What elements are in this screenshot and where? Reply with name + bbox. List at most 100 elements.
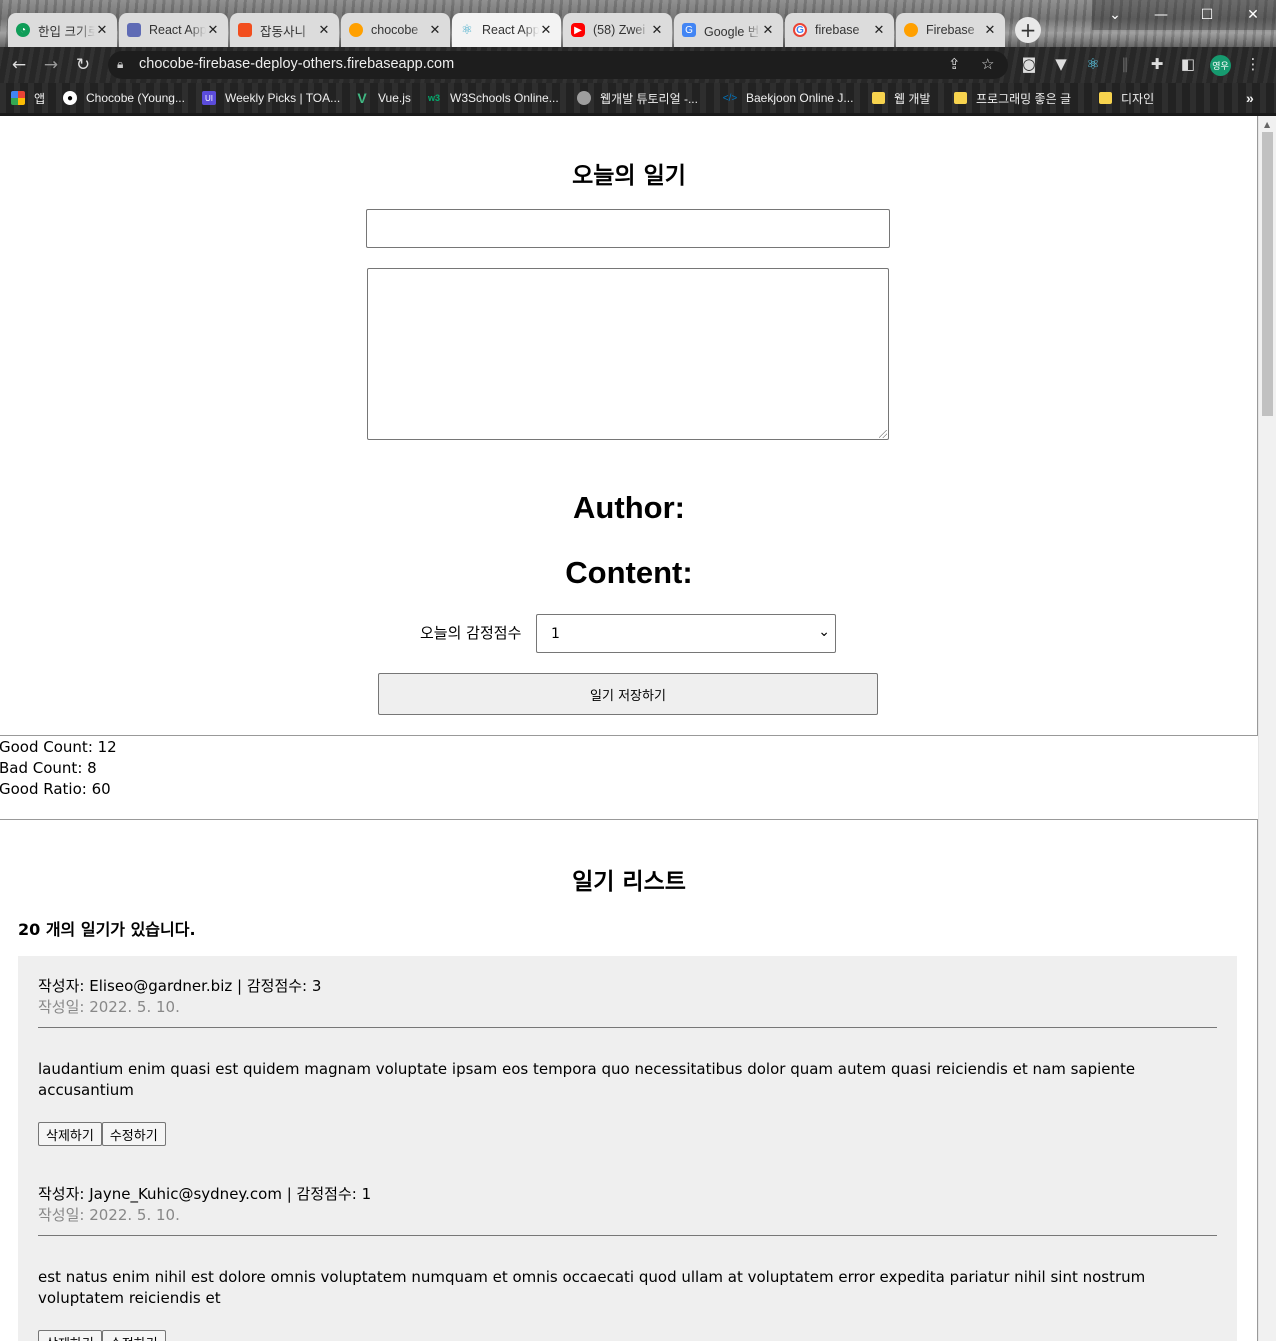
close-tab-icon[interactable]: ✕ <box>95 22 109 38</box>
react-devtools-icon[interactable]: ⚛ <box>1083 55 1103 73</box>
browser-tab[interactable]: G firebase ✕ <box>785 13 894 47</box>
browser-tab[interactable]: chocobe ✕ <box>341 13 450 47</box>
close-tab-icon[interactable]: ✕ <box>872 22 886 38</box>
browser-tab[interactable]: Firebase ✕ <box>896 13 1005 47</box>
code-icon: </> <box>722 92 738 104</box>
tab-favicon-icon <box>127 23 141 37</box>
browser-tab-active[interactable]: ⚛ React App ✕ <box>452 13 561 47</box>
tab-title: React App <box>482 23 539 37</box>
bookmark-item[interactable]: </> Baekjoon Online J... <box>722 89 854 107</box>
back-button[interactable]: ← <box>8 55 30 75</box>
diary-editor: 오늘의 일기 Author: Content: 오늘의 감정점수 1 ⌄ 일기 … <box>0 116 1258 736</box>
lock-icon[interactable]: 🔒︎ <box>117 57 123 72</box>
bookmark-item[interactable]: w3 W3Schools Online... <box>427 89 559 107</box>
profile-avatar[interactable]: 영우 <box>1210 55 1231 76</box>
diary-item-info: 작성자: Eliseo@gardner.biz | 감정점수: 3 <box>38 977 322 995</box>
edit-button[interactable]: 수정하기 <box>101 1122 166 1146</box>
vue-icon: V <box>357 90 367 106</box>
bookmark-item[interactable]: ● Chocobe (Young... <box>63 89 185 107</box>
tab-favicon-icon: ◔ <box>16 23 30 37</box>
delete-button[interactable]: 삭제하기 <box>38 1330 102 1341</box>
good-count: Good Count: 12 <box>0 738 117 756</box>
bookmark-item[interactable]: UI Weekly Picks | TOA... <box>202 89 340 107</box>
scrollbar-thumb[interactable] <box>1262 132 1273 416</box>
browser-tab[interactable]: ▶ (58) Zwei ✕ <box>563 13 672 47</box>
diary-item-date: 작성일: 2022. 5. 10. <box>38 998 180 1016</box>
github-icon: ● <box>63 91 77 105</box>
close-tab-icon[interactable]: ✕ <box>428 22 442 38</box>
browser-tab[interactable]: ◔ 한입 크기로 잘라먹는 ✕ <box>8 13 117 47</box>
vue-devtools-icon[interactable]: ▼ <box>1051 55 1071 73</box>
diary-item: 작성자: Eliseo@gardner.biz | 감정점수: 3 작성일: 2… <box>18 956 1237 1166</box>
bookmark-item[interactable]: 웹개발 튜토리얼 -... <box>577 89 698 107</box>
diary-item-date: 작성일: 2022. 5. 10. <box>38 1206 180 1224</box>
maximize-button[interactable]: ☐ <box>1184 0 1230 30</box>
close-tab-icon[interactable]: ✕ <box>650 22 664 38</box>
react-icon: ⚛ <box>461 22 473 37</box>
resize-handle-icon[interactable] <box>879 430 887 438</box>
good-ratio: Good Ratio: 60 <box>0 780 111 798</box>
scroll-up-arrow-icon[interactable]: ▲ <box>1264 120 1270 129</box>
page-scrollbar[interactable]: ▲ <box>1258 116 1276 1341</box>
edit-button[interactable]: 수정하기 <box>101 1330 166 1341</box>
tab-title: firebase <box>815 23 860 37</box>
close-tab-icon[interactable]: ✕ <box>206 22 220 38</box>
reload-button[interactable]: ↻ <box>72 55 94 75</box>
bookmark-folder[interactable]: 웹 개발 <box>872 89 930 107</box>
new-tab-button[interactable]: + <box>1015 17 1041 43</box>
emotion-selected-value: 1 <box>551 625 560 642</box>
diary-stats: Good Count: 12 Bad Count: 8 Good Ratio: … <box>0 737 117 800</box>
google-icon: G <box>793 23 807 37</box>
diary-list: 일기 리스트 20 개의 일기가 있습니다. 작성자: Eliseo@gardn… <box>0 819 1258 1341</box>
more-bookmarks-button[interactable]: » <box>1246 89 1254 107</box>
page-viewport: 오늘의 일기 Author: Content: 오늘의 감정점수 1 ⌄ 일기 … <box>0 116 1258 1341</box>
divider <box>38 1235 1217 1236</box>
share-icon[interactable]: ⇪ <box>948 55 961 73</box>
ui-icon: UI <box>202 91 216 105</box>
bookmark-star-icon[interactable]: ☆ <box>981 55 994 73</box>
youtube-icon: ▶ <box>571 23 585 37</box>
firebase-icon <box>904 23 918 37</box>
side-panel-icon[interactable]: ◧ <box>1178 55 1198 73</box>
author-input[interactable] <box>366 209 890 248</box>
tab-search-icon[interactable]: ⌄ <box>1092 0 1138 30</box>
browser-tab[interactable]: React App ✕ <box>119 13 228 47</box>
camera-extension-icon[interactable]: ◙ <box>1019 55 1039 73</box>
menu-kebab-icon[interactable]: ⋮ <box>1243 55 1263 73</box>
bookmark-folder[interactable]: 디자인 <box>1099 89 1154 107</box>
browser-tab[interactable]: 잡동사니 ✕ <box>230 13 339 47</box>
diary-item-content: laudantium enim quasi est quidem magnam … <box>38 1060 1136 1099</box>
window-controls: ⌄ — ☐ ✕ <box>1092 0 1276 30</box>
firebase-icon <box>349 23 363 37</box>
close-tab-icon[interactable]: ✕ <box>539 22 553 38</box>
close-tab-icon[interactable]: ✕ <box>983 22 997 38</box>
browser-tab[interactable]: G Google 번역 ✕ <box>674 13 783 47</box>
chevron-down-icon: ⌄ <box>818 624 830 640</box>
delete-button[interactable]: 삭제하기 <box>38 1122 102 1146</box>
bookmark-item[interactable]: 앱 <box>11 89 45 107</box>
close-window-button[interactable]: ✕ <box>1230 0 1276 30</box>
minimize-button[interactable]: — <box>1138 0 1184 30</box>
extension-icon[interactable]: ∥ <box>1115 55 1135 73</box>
folder-icon <box>1099 92 1112 104</box>
save-diary-button[interactable]: 일기 저장하기 <box>378 673 878 715</box>
extensions-puzzle-icon[interactable]: ✚ <box>1147 55 1167 73</box>
emotion-select[interactable]: 1 ⌄ <box>536 614 836 653</box>
tab-title: Firebase <box>926 23 975 37</box>
tab-title: 한입 크기로 잘라먹는 <box>38 24 95 39</box>
w3schools-icon: w3 <box>427 93 440 103</box>
forward-button[interactable]: → <box>40 55 62 75</box>
diary-item-content: est natus enim nihil est dolore omnis vo… <box>38 1268 1146 1307</box>
tab-title: React App <box>149 23 206 37</box>
bookmark-folder[interactable]: 프로그래밍 좋은 글 <box>954 89 1071 107</box>
close-tab-icon[interactable]: ✕ <box>317 22 331 38</box>
apps-grid-icon <box>11 91 25 105</box>
diary-item: 작성자: Jayne_Kuhic@sydney.com | 감정점수: 1 작성… <box>18 1164 1237 1341</box>
content-textarea[interactable] <box>367 268 889 440</box>
url-text[interactable]: chocobe-firebase-deploy-others.firebasea… <box>139 56 454 72</box>
bookmark-item[interactable]: V Vue.js <box>355 89 411 107</box>
globe-icon <box>577 91 591 105</box>
diary-count: 20 개의 일기가 있습니다. <box>18 920 196 939</box>
diary-item-info: 작성자: Jayne_Kuhic@sydney.com | 감정점수: 1 <box>38 1185 372 1203</box>
close-tab-icon[interactable]: ✕ <box>761 22 775 38</box>
